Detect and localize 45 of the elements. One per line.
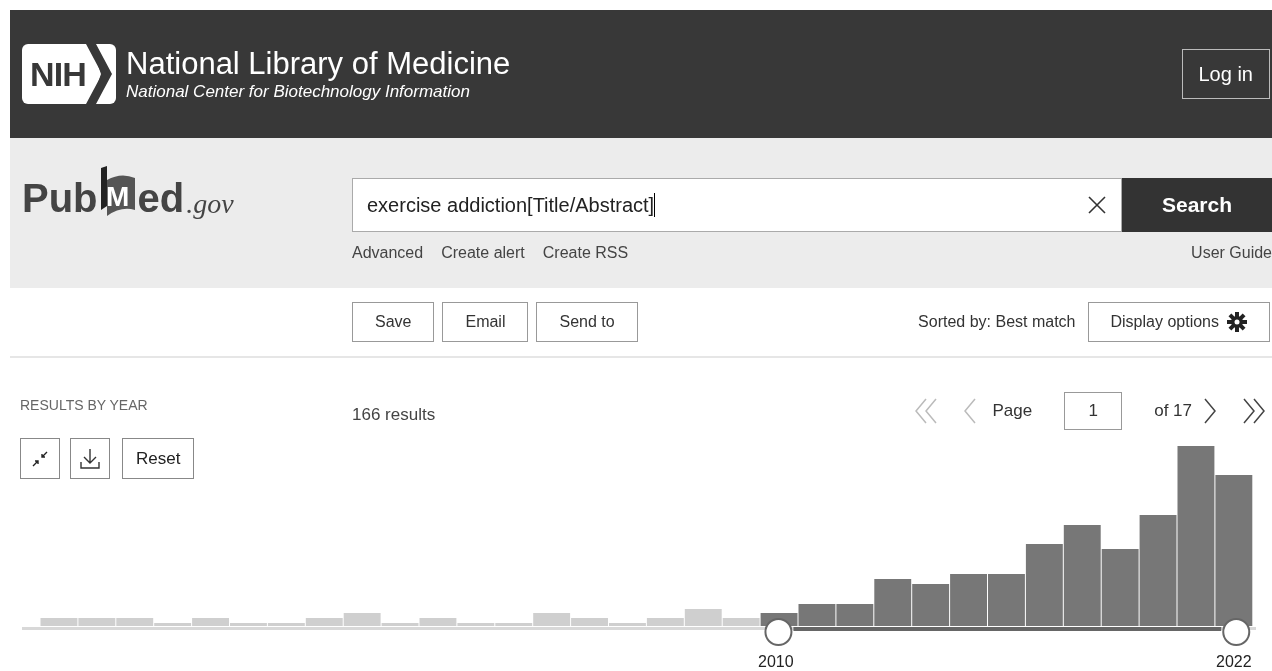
- nih-logo[interactable]: NIH: [22, 44, 116, 104]
- histogram-bar[interactable]: [1177, 446, 1215, 626]
- histogram-bar[interactable]: [1025, 544, 1063, 626]
- histogram-bar[interactable]: [874, 579, 912, 626]
- histogram-bar[interactable]: [1063, 525, 1101, 626]
- reset-button[interactable]: Reset: [122, 438, 195, 479]
- results-count: 166 results: [352, 404, 436, 426]
- histogram-bar[interactable]: [836, 604, 874, 626]
- pubmed-logo[interactable]: Pub M ed.gov: [22, 166, 234, 218]
- user-guide-link[interactable]: User Guide: [1191, 241, 1272, 265]
- year-label: 2022: [1216, 652, 1252, 671]
- page-field[interactable]: 1: [1064, 392, 1123, 430]
- last-page-icon[interactable]: [1240, 397, 1266, 425]
- section-heading: RESULTS BY YEAR: [20, 396, 148, 415]
- collapse-icon: [32, 450, 48, 467]
- page-total: of 17: [1154, 400, 1192, 423]
- search-field[interactable]: exercise addiction[Title/Abstract]: [352, 178, 1122, 232]
- search-link[interactable]: Advanced: [352, 241, 424, 265]
- search-button[interactable]: Search: [1122, 178, 1272, 232]
- action-button[interactable]: Send to: [536, 302, 638, 342]
- slider-handle[interactable]: [1222, 618, 1251, 646]
- download-icon: [79, 447, 101, 470]
- previous-page-icon[interactable]: [962, 397, 979, 425]
- site-title: National Library of Medicine: [126, 48, 511, 79]
- collapse-button[interactable]: [20, 438, 60, 479]
- site-subtitle: National Center for Biotechnology Information: [126, 83, 471, 100]
- close-icon[interactable]: [1087, 195, 1107, 215]
- histogram-bar[interactable]: [1215, 475, 1253, 626]
- histogram-bar[interactable]: [798, 604, 836, 626]
- login-button[interactable]: Log in: [1181, 49, 1270, 99]
- histogram-bar[interactable]: [912, 584, 950, 626]
- page-label: Page: [992, 400, 1033, 423]
- next-page-icon[interactable]: [1202, 397, 1218, 425]
- sort-label: Sorted by: Best match: [918, 312, 1076, 332]
- download-button[interactable]: [70, 438, 110, 479]
- slider-handle[interactable]: [764, 618, 793, 646]
- histogram-bar[interactable]: [1101, 549, 1139, 626]
- year-label: 2010: [758, 652, 794, 671]
- histogram-bar[interactable]: [1139, 515, 1177, 626]
- search-link[interactable]: Create RSS: [542, 241, 629, 265]
- settings-icon: [1227, 312, 1247, 332]
- display-options-button[interactable]: Display options: [1087, 302, 1270, 342]
- action-button[interactable]: Save: [352, 302, 435, 342]
- search-link[interactable]: Create alert: [441, 241, 525, 265]
- action-button[interactable]: Email: [442, 302, 529, 342]
